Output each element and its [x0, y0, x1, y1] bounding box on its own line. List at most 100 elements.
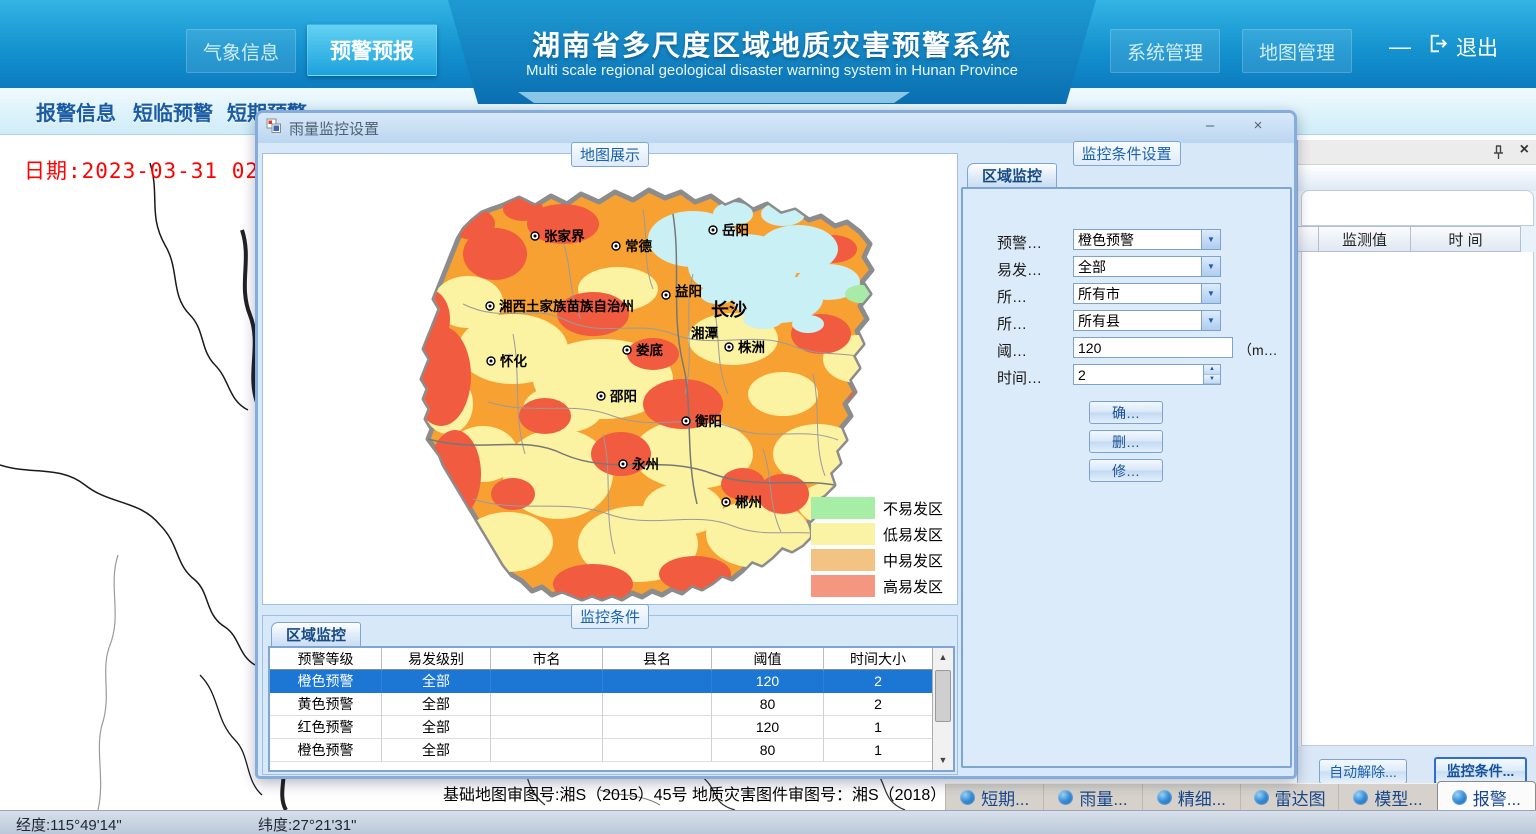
city-marker-dot	[626, 349, 629, 352]
scroll-thumb[interactable]	[935, 670, 951, 722]
auto-release-button[interactable]: 自动解除...	[1319, 759, 1407, 784]
taskbar-item[interactable]: 雷达图	[1240, 784, 1338, 810]
city-label: 娄底	[636, 342, 664, 358]
time-size-label: 时间…	[997, 367, 1042, 388]
table-cell	[603, 739, 712, 762]
spinner-down-icon[interactable]: ▼	[1204, 375, 1220, 385]
legend-item: 中易发区	[811, 547, 943, 573]
globe-icon	[1157, 790, 1172, 805]
city-label: 张家界	[544, 228, 585, 244]
nav-system-management[interactable]: 系统管理	[1110, 29, 1220, 73]
dock-col-empty	[1298, 226, 1319, 252]
taskbar-item[interactable]: 短期...	[945, 784, 1043, 810]
table-row[interactable]: 橙色预警全部1202	[270, 670, 953, 693]
time-size-spinner[interactable]: 2 ▲▼	[1073, 364, 1221, 385]
taskbar-item[interactable]: 模型...	[1338, 784, 1436, 810]
subnav-alarm-info[interactable]: 报警信息	[36, 97, 116, 126]
taskbar-item[interactable]: 雨量...	[1043, 784, 1141, 810]
conditions-table-rows: 橙色预警全部1202黄色预警全部802红色预警全部1201橙色预警全部801	[270, 670, 953, 762]
taskbar-item[interactable]: 报警...	[1437, 781, 1536, 810]
legend-item: 低易发区	[811, 521, 943, 547]
warning-level-select[interactable]: 橙色预警 ▼	[1073, 229, 1221, 250]
city-label: 所…	[997, 286, 1027, 307]
city-label: 湘西土家族苗族自治州	[499, 298, 634, 314]
table-header-cell: 市名	[491, 648, 603, 670]
susceptibility-select[interactable]: 全部 ▼	[1073, 256, 1221, 277]
city-marker-dot	[600, 395, 603, 398]
dialog-form-icon	[266, 118, 282, 139]
table-cell: 1	[824, 739, 933, 762]
dialog-titlebar[interactable]: 雨量监控设置	[258, 113, 1294, 143]
scroll-up-arrow[interactable]: ▲	[933, 648, 953, 667]
city-marker-dot	[712, 229, 715, 232]
subnav-shortterm-warning[interactable]: 短临预警	[133, 97, 213, 126]
warning-level-value: 橙色预警	[1074, 230, 1201, 250]
tab-region-monitor-right[interactable]: 区域监控	[967, 163, 1057, 187]
county-value: 所有县	[1074, 311, 1201, 331]
longitude-readout: 经度:115°49'14"	[16, 814, 122, 834]
dock-subpanel	[1301, 190, 1534, 226]
app-title: 湖南省多尺度区域地质灾害预警系统	[468, 24, 1076, 64]
nav-weather-info[interactable]: 气象信息	[186, 29, 296, 73]
status-bar: 经度:115°49'14" 纬度:27°21'31"	[0, 810, 1536, 834]
dialog-minimize-button[interactable]: –	[1198, 117, 1222, 137]
chevron-down-icon[interactable]: ▼	[1201, 257, 1220, 276]
app-subtitle: Multi scale regional geological disaster…	[468, 62, 1076, 79]
conditions-table: 预警等级易发级别市名县名阈值时间大小 橙色预警全部1202黄色预警全部802红色…	[268, 646, 955, 772]
chevron-down-icon[interactable]: ▼	[1201, 230, 1220, 249]
county-label: 所…	[997, 313, 1027, 334]
chevron-down-icon[interactable]: ▼	[1201, 311, 1220, 330]
globe-icon	[1058, 790, 1073, 805]
latitude-readout: 纬度:27°21'31"	[258, 814, 356, 834]
spinner-buttons[interactable]: ▲▼	[1203, 365, 1220, 384]
county-select[interactable]: 所有县 ▼	[1073, 310, 1221, 331]
city-label: 益阳	[675, 283, 702, 299]
table-row[interactable]: 红色预警全部1201	[270, 716, 953, 739]
table-row[interactable]: 橙色预警全部801	[270, 739, 953, 762]
table-cell	[603, 693, 712, 716]
app-window: 湖南省多尺度区域地质灾害预警系统 Multi scale regional ge…	[0, 0, 1536, 834]
dock-close-icon[interactable]: ×	[1520, 141, 1529, 159]
table-header-cell: 时间大小	[824, 648, 933, 670]
scroll-down-arrow[interactable]: ▼	[933, 751, 953, 770]
tab-region-monitor-bottom[interactable]: 区域监控	[271, 622, 361, 646]
threshold-label: 阈…	[997, 340, 1027, 361]
city-select[interactable]: 所有市 ▼	[1073, 283, 1221, 304]
table-row[interactable]: 黄色预警全部802	[270, 693, 953, 716]
legend-swatch	[811, 575, 875, 597]
threshold-input[interactable]: 120	[1073, 337, 1233, 358]
taskbar: 短期...雨量... 精细... 雷达图模型...报警...	[945, 783, 1536, 810]
city-label: 郴州	[735, 494, 762, 510]
table-cell	[491, 739, 603, 762]
table-cell: 全部	[382, 739, 491, 762]
monitor-settings-group: 监控条件设置 区域监控 预警… 橙色预警 ▼ 易发… 全部 ▼ 所… 所有市 ▼…	[961, 153, 1292, 768]
taskbar-item[interactable]: 精细...	[1142, 784, 1240, 810]
city-marker-dot	[728, 346, 731, 349]
city-label: 衡阳	[695, 413, 722, 429]
nav-warning-forecast[interactable]: 预警预报	[307, 24, 437, 76]
table-cell	[491, 693, 603, 716]
window-minimize-button[interactable]: —	[1385, 34, 1415, 60]
table-scrollbar[interactable]: ▲ ▼	[932, 648, 953, 770]
dock-pin-icon[interactable]	[1492, 145, 1505, 165]
dock-col-time: 时 间	[1411, 226, 1521, 252]
exit-button[interactable]: 退出	[1428, 32, 1498, 62]
table-header-cell: 县名	[603, 648, 712, 670]
nav-map-management[interactable]: 地图管理	[1242, 29, 1352, 73]
confirm-button[interactable]: 确…	[1089, 401, 1163, 424]
city-marker-dot	[489, 305, 492, 308]
right-dock-panel: × 监测值 时 间 自动解除... 监控条件...	[1297, 140, 1536, 810]
spinner-up-icon[interactable]: ▲	[1204, 365, 1220, 375]
dialog-title: 雨量监控设置	[289, 118, 379, 139]
city-value: 所有市	[1074, 284, 1201, 304]
dock-table-header: 监测值 时 间	[1298, 226, 1534, 252]
modify-button[interactable]: 修…	[1089, 459, 1163, 482]
map-review-number: 基础地图审图号:湘S（2015）45号 地质灾害图件审图号：湘S（2018）04…	[443, 781, 947, 805]
dialog-close-button[interactable]: ×	[1246, 117, 1270, 137]
taskbar-item-label: 精细...	[1178, 785, 1226, 810]
chevron-down-icon[interactable]: ▼	[1201, 284, 1220, 303]
delete-button[interactable]: 删…	[1089, 430, 1163, 453]
legend-label: 中易发区	[883, 550, 943, 571]
rainfall-monitor-dialog: 雨量监控设置 – × 地图展示	[255, 110, 1297, 779]
table-cell: 红色预警	[270, 716, 382, 739]
